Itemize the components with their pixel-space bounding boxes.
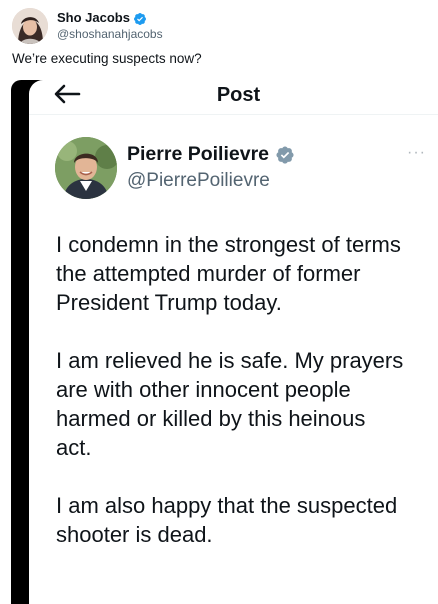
verified-badge-icon: [276, 145, 294, 164]
avatar-photo: [12, 8, 48, 44]
divider: [29, 114, 438, 115]
outer-tweet-header: Sho Jacobs @shoshanahjacobs: [12, 6, 163, 46]
embedded-post: Post Pierre Poilievre @PierrePoilievre ·…: [29, 80, 438, 604]
embedded-author-name: Pierre Poilievre: [127, 143, 270, 165]
post-paragraph: I am relieved he is safe. My prayers are…: [56, 348, 404, 460]
embedded-post-text: I condemn in the strongest of terms the …: [56, 230, 428, 578]
verified-badge-icon: [133, 12, 146, 25]
post-paragraph: I am also happy that the suspected shoot…: [56, 493, 398, 547]
embedded-page-title: Post: [216, 84, 261, 106]
embedded-avatar-photo: [55, 137, 117, 199]
avatar[interactable]: [12, 8, 48, 44]
embedded-author-handle: @PierrePoilievre: [127, 170, 270, 191]
author-name[interactable]: Sho Jacobs: [57, 10, 130, 26]
embedded-screenshot[interactable]: Post Pierre Poilievre @PierrePoilievre ·…: [11, 80, 438, 604]
more-options-icon: ···: [407, 144, 426, 161]
author-handle[interactable]: @shoshanahjacobs: [57, 27, 163, 42]
embedded-topbar: Post: [29, 80, 438, 110]
post-paragraph: I condemn in the strongest of terms the …: [56, 232, 401, 315]
tweet-text: We’re executing suspects now?: [12, 51, 202, 66]
embedded-avatar: [55, 137, 117, 199]
